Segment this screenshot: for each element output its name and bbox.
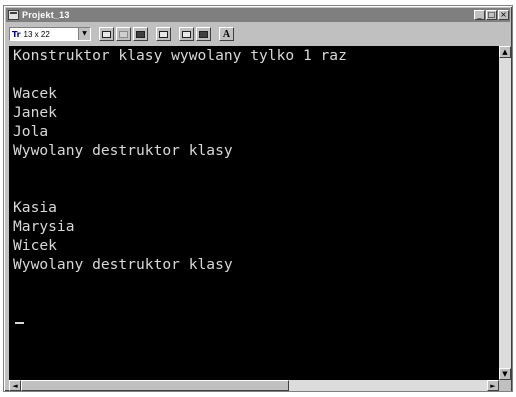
console-line: Wicek [13,237,57,254]
console-line: Wacek [13,85,57,102]
console-output[interactable]: Konstruktor klasy wywolany tylko 1 raz W… [9,46,499,380]
font-icon: A [222,28,231,40]
fullscreen-icon [159,30,168,38]
paste-icon [136,30,145,38]
properties-button[interactable] [179,27,194,41]
vertical-scrollbar[interactable]: ▲ ▼ [499,46,511,380]
minimize-button[interactable]: _ [474,10,485,20]
text-cursor [15,322,24,324]
scroll-right-button[interactable]: ► [487,380,499,391]
close-button[interactable]: × [498,10,509,20]
console-line: Janek [13,104,57,121]
font-size-value: 13 x 22 [23,29,50,39]
console-line: Konstruktor klasy wywolany tylko 1 raz [13,47,347,64]
scroll-left-button[interactable]: ◄ [9,380,21,391]
title-bar[interactable]: Projekt_13 _ □ × [6,8,510,22]
paste-button[interactable] [133,27,148,41]
background-button[interactable] [196,27,211,41]
mark-icon [102,30,111,38]
window-title: Projekt_13 [22,10,70,20]
console-line: Kasia [13,199,57,216]
font-button[interactable]: A [219,27,234,41]
window-controls: _ □ × [474,10,509,20]
console-line: Jola [13,123,49,140]
toolbar: Tr 13 x 22 ▼ A [6,24,510,44]
font-size-select[interactable]: Tr 13 x 22 ▼ [9,27,91,41]
console-app-icon[interactable] [8,10,19,20]
fullscreen-button[interactable] [156,27,171,41]
horizontal-scroll-thumb[interactable] [21,380,289,391]
truetype-icon: Tr [12,29,21,39]
copy-icon [119,30,128,38]
scroll-up-button[interactable]: ▲ [499,46,511,58]
console-line: Wywolany destruktor klasy [13,142,233,159]
scrollbar-corner [499,380,511,391]
scroll-down-button[interactable]: ▼ [499,368,511,380]
chevron-down-icon[interactable]: ▼ [78,28,90,40]
properties-icon [182,30,191,38]
background-icon [199,30,208,38]
mark-button[interactable] [99,27,114,41]
console-line: Marysia [13,218,75,235]
console-line: Wywolany destruktor klasy [13,256,233,273]
copy-button[interactable] [116,27,131,41]
console-window: Projekt_13 _ □ × Tr 13 x 22 ▼ A Konstruk… [3,5,513,392]
horizontal-scrollbar[interactable]: ◄ ► [9,380,499,391]
maximize-button[interactable]: □ [486,10,497,20]
